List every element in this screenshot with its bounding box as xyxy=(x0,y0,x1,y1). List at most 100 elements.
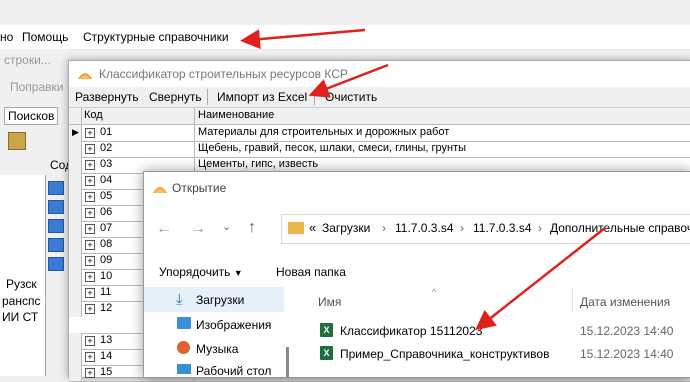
row-code: 12 xyxy=(100,302,113,314)
dialog-command-bar: Упорядочить ▼ Новая папка xyxy=(144,257,690,287)
images-icon xyxy=(177,317,191,329)
breadcrumb-folder-1[interactable]: 11.7.0.3.s4 xyxy=(395,221,454,235)
col-name-header[interactable]: Наименование xyxy=(198,109,274,121)
folder-icon xyxy=(288,222,304,234)
row-code: 13 xyxy=(100,334,113,346)
music-icon xyxy=(177,341,190,354)
menu-separator xyxy=(207,89,208,105)
expand-plus-icon[interactable]: + xyxy=(85,368,95,378)
organize-label: Упорядочить xyxy=(159,265,231,279)
file-name: Классификатор 15112023 xyxy=(340,324,483,338)
file-row[interactable]: X Пример_Справочника_конструктивов 15.12… xyxy=(292,343,690,363)
menu-separator xyxy=(314,89,315,105)
tool-icon[interactable] xyxy=(8,132,26,150)
table-row[interactable]: ▶ +01 Материалы для строительных и дорожны… xyxy=(69,125,690,142)
chevron-right-icon: › xyxy=(538,221,542,235)
row-indicator xyxy=(69,285,82,301)
breadcrumb-overflow[interactable]: « xyxy=(309,220,316,235)
nav-item-images[interactable]: Изображения xyxy=(144,312,284,336)
grid-header: Код Наименование xyxy=(69,108,690,125)
table-row[interactable]: +02 Щебень, гравий, песок, шлаки, смеси, … xyxy=(69,141,690,158)
collapse-button[interactable]: Свернуть xyxy=(149,90,202,104)
row-indicator xyxy=(69,301,82,317)
breadcrumb-downloads[interactable]: Загрузки xyxy=(322,221,370,235)
nav-item-downloads[interactable]: ⤓ Загрузки xyxy=(144,287,284,312)
chevron-down-icon[interactable]: ⌄ xyxy=(222,220,231,233)
corrections-button[interactable]: Поправки xyxy=(10,80,63,94)
folder-icon xyxy=(48,238,64,252)
row-code: 05 xyxy=(100,190,113,202)
expand-plus-icon[interactable]: + xyxy=(85,224,95,234)
expand-plus-icon[interactable]: + xyxy=(85,288,95,298)
row-indicator xyxy=(69,365,82,381)
import-excel-button[interactable]: Импорт из Excel xyxy=(217,90,307,104)
classifier-menubar: Развернуть Свернуть Импорт из Excel Очис… xyxy=(69,87,690,108)
organize-button[interactable]: Упорядочить ▼ xyxy=(159,265,243,279)
col-code-header[interactable]: Код xyxy=(84,109,103,121)
menu-help[interactable]: Помощь xyxy=(22,30,68,44)
col-name-header[interactable]: Имя xyxy=(318,295,341,309)
classifier-title: Классификатор строительных ресурсов КСР xyxy=(99,67,348,81)
file-list: ^ Имя Дата изменения X Классификатор 151… xyxy=(292,287,690,377)
expand-plus-icon[interactable]: + xyxy=(85,352,95,362)
expand-plus-icon[interactable]: + xyxy=(85,160,95,170)
file-date: 15.12.2023 14:40 xyxy=(580,347,674,361)
left-text-3: ИИ СТ xyxy=(2,310,39,324)
breadcrumb-folder-3[interactable]: Дополнительные справоч xyxy=(550,221,690,235)
nav-item-desktop[interactable]: Рабочий стол xyxy=(144,360,284,378)
row-code: 03 xyxy=(100,158,113,170)
caret-down-icon: ▼ xyxy=(233,268,243,278)
row-indicator xyxy=(69,157,82,173)
chevron-right-icon: › xyxy=(460,221,464,235)
new-folder-button[interactable]: Новая папка xyxy=(276,265,346,279)
file-row[interactable]: X Классификатор 15112023 15.12.2023 14:4… xyxy=(292,320,690,340)
row-code: 02 xyxy=(100,142,113,154)
expand-plus-icon[interactable]: + xyxy=(85,304,95,314)
row-name: Цементы, гипс, известь xyxy=(198,158,319,170)
row-indicator xyxy=(69,237,82,253)
row-name: Материалы для строительных и дорожных ра… xyxy=(198,126,450,138)
tab-search[interactable]: Поисков xyxy=(4,107,59,125)
row-indicator xyxy=(69,141,82,157)
expand-plus-icon[interactable]: + xyxy=(85,240,95,250)
folder-icon xyxy=(48,200,64,214)
folder-icon xyxy=(48,181,64,195)
rows-button[interactable]: строки... xyxy=(4,53,51,67)
row-code: 08 xyxy=(100,238,113,250)
row-code: 14 xyxy=(100,350,113,362)
desktop-icon xyxy=(177,364,191,374)
forward-arrow-icon[interactable]: → xyxy=(190,220,206,238)
expand-plus-icon[interactable]: + xyxy=(85,144,95,154)
back-arrow-icon[interactable]: ← xyxy=(156,220,172,238)
row-code: 15 xyxy=(100,366,113,378)
nav-item-music[interactable]: Музыка xyxy=(144,336,284,360)
expand-plus-icon[interactable]: + xyxy=(85,256,95,266)
address-bar[interactable]: « Загрузки › 11.7.0.3.s4 › 11.7.0.3.s4 ›… xyxy=(281,214,690,244)
expand-button[interactable]: Развернуть xyxy=(75,90,139,104)
col-date-header[interactable]: Дата изменения xyxy=(580,295,670,309)
expand-plus-icon[interactable]: + xyxy=(85,272,95,282)
open-file-dialog: Открытие ← → ⌄ ↑ « Загрузки › 11.7.0.3.s… xyxy=(143,171,690,378)
pane-scrollbar[interactable] xyxy=(285,292,290,377)
row-indicator xyxy=(69,269,82,285)
classifier-titlebar: Классификатор строительных ресурсов КСР xyxy=(69,61,690,87)
excel-file-icon: X xyxy=(320,323,333,337)
excel-file-icon: X xyxy=(320,346,333,360)
row-indicator: ▶ xyxy=(69,125,82,141)
menu-structural-references[interactable]: Структурные справочники xyxy=(83,30,229,44)
row-indicator xyxy=(69,333,82,349)
expand-plus-icon[interactable]: + xyxy=(85,192,95,202)
breadcrumb-folder-2[interactable]: 11.7.0.3.s4 xyxy=(473,221,532,235)
expand-plus-icon[interactable]: + xyxy=(85,208,95,218)
up-arrow-icon[interactable]: ↑ xyxy=(248,219,256,237)
folder-icon xyxy=(48,257,64,271)
expand-plus-icon[interactable]: + xyxy=(85,128,95,138)
main-menubar: но Помощь Структурные справочники xyxy=(0,25,690,50)
clear-button[interactable]: Очистить xyxy=(325,90,377,104)
left-text-1: Рузск xyxy=(6,277,37,291)
chevron-right-icon: › xyxy=(382,221,386,235)
expand-plus-icon[interactable]: + xyxy=(85,336,95,346)
menu-item-partial[interactable]: но xyxy=(0,30,13,44)
row-indicator xyxy=(69,205,82,221)
expand-plus-icon[interactable]: + xyxy=(85,176,95,186)
